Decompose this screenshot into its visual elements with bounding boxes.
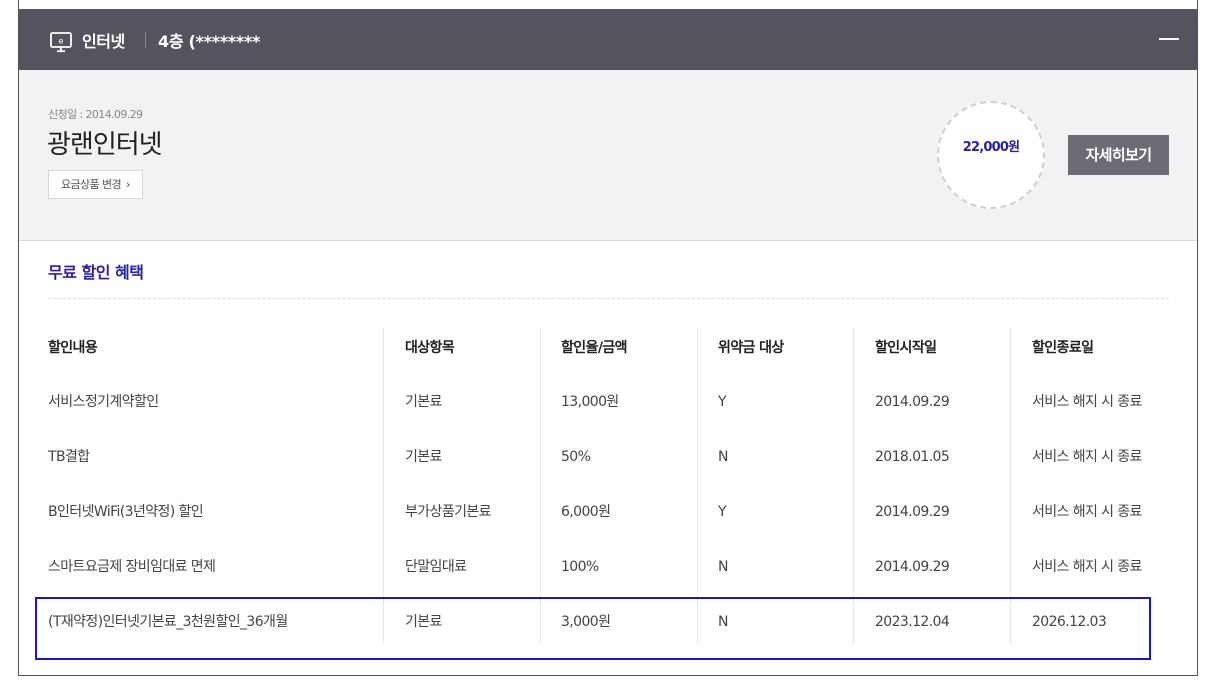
target-item: 단말임대료 bbox=[405, 559, 467, 575]
column-header: 할인종료일 bbox=[1032, 340, 1094, 356]
end-date: 서비스 해지 시 종료 bbox=[1032, 449, 1142, 465]
target-item: 기본료 bbox=[405, 394, 442, 410]
start-date: 2014.09.29 bbox=[875, 394, 950, 410]
target-item: 기본료 bbox=[405, 449, 442, 465]
price-circle: 22,000원 bbox=[937, 101, 1045, 209]
column-header: 할인내용 bbox=[48, 340, 98, 356]
discount-amount: 100% bbox=[561, 559, 599, 575]
table-row: B인터넷WiFi(3년약정) 할인 부가상품기본료 6,000원 Y 2014.… bbox=[48, 485, 1169, 540]
end-date: 서비스 해지 시 종료 bbox=[1032, 394, 1142, 410]
minus-icon[interactable] bbox=[1159, 38, 1179, 40]
discount-name: B인터넷WiFi(3년약정) 할인 bbox=[48, 504, 204, 520]
change-plan-button[interactable]: 요금상품 변경 › bbox=[48, 170, 143, 199]
penalty-flag: Y bbox=[718, 394, 727, 410]
discount-name: TB결합 bbox=[48, 449, 90, 465]
column-header: 위약금 대상 bbox=[718, 340, 784, 356]
service-location: 4층 (******** bbox=[158, 32, 261, 51]
column-header: 할인율/금액 bbox=[561, 340, 628, 356]
section-divider bbox=[48, 298, 1169, 299]
panel-header: e 인터넷 4층 (******** bbox=[19, 9, 1197, 70]
table-row: TB결합 기본료 50% N 2018.01.05 서비스 해지 시 종료 bbox=[48, 430, 1169, 485]
discount-amount: 6,000원 bbox=[561, 504, 611, 520]
column-header: 대상항목 bbox=[405, 340, 455, 356]
start-date: 2014.09.29 bbox=[875, 504, 950, 520]
monitor-e-icon: e bbox=[49, 30, 73, 54]
internet-service-panel: e 인터넷 4층 (******** 신청일 : 2014.09.29 광랜인터… bbox=[18, 0, 1198, 676]
penalty-flag: N bbox=[718, 559, 728, 575]
panel-title: 인터넷 bbox=[82, 32, 125, 51]
apply-date: 신청일 : 2014.09.29 bbox=[48, 108, 143, 121]
view-details-button[interactable]: 자세히보기 bbox=[1068, 135, 1169, 175]
header-divider bbox=[145, 32, 146, 48]
penalty-flag: N bbox=[718, 449, 728, 465]
penalty-flag: Y bbox=[718, 504, 727, 520]
end-date: 서비스 해지 시 종료 bbox=[1032, 559, 1142, 575]
product-summary: 신청일 : 2014.09.29 광랜인터넷 요금상품 변경 › 22,000원 … bbox=[19, 70, 1197, 241]
chevron-right-icon: › bbox=[126, 178, 130, 191]
start-date: 2014.09.29 bbox=[875, 559, 950, 575]
change-plan-label: 요금상품 변경 bbox=[61, 178, 122, 191]
discount-amount: 50% bbox=[561, 449, 591, 465]
start-date: 2018.01.05 bbox=[875, 449, 950, 465]
discount-name: 스마트요금제 장비임대료 면제 bbox=[48, 559, 216, 575]
benefit-section-title: 무료 할인 혜택 bbox=[48, 263, 144, 282]
svg-text:e: e bbox=[59, 37, 64, 46]
product-name: 광랜인터넷 bbox=[47, 130, 163, 160]
table-header-row: 할인내용 대상항목 할인율/금액 위약금 대상 할인시작일 할인종료일 bbox=[48, 328, 1169, 368]
column-header: 할인시작일 bbox=[875, 340, 937, 356]
highlighted-row-box bbox=[35, 597, 1151, 660]
end-date: 서비스 해지 시 종료 bbox=[1032, 504, 1142, 520]
discount-amount: 13,000원 bbox=[561, 394, 619, 410]
target-item: 부가상품기본료 bbox=[405, 504, 492, 520]
table-row: 서비스정기계약할인 기본료 13,000원 Y 2014.09.29 서비스 해… bbox=[48, 375, 1169, 430]
monthly-price: 22,000원 bbox=[962, 139, 1020, 155]
table-row: 스마트요금제 장비임대료 면제 단말임대료 100% N 2014.09.29 … bbox=[48, 540, 1169, 595]
discount-name: 서비스정기계약할인 bbox=[48, 394, 159, 410]
